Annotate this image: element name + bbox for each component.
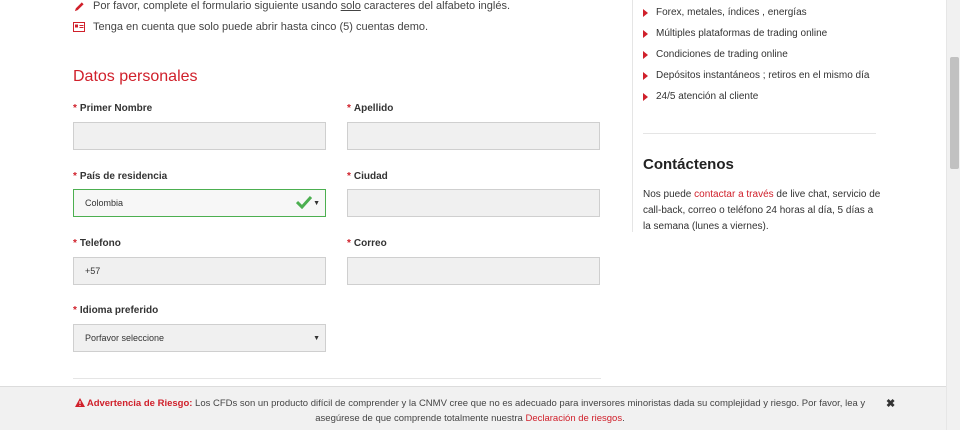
id-card-icon: [73, 21, 85, 33]
country-select[interactable]: Colombia ▼: [73, 189, 326, 217]
email-input[interactable]: [347, 257, 600, 285]
contact-title: Contáctenos: [643, 156, 734, 173]
dropdown-arrow-icon: ▼: [313, 335, 320, 342]
risk-declaration-link[interactable]: Declaración de riesgos: [525, 413, 622, 424]
country-value: Colombia: [85, 198, 124, 208]
column-divider: [632, 0, 633, 232]
bullet-arrow-icon: [643, 50, 648, 59]
checkmark-icon: [295, 195, 313, 211]
contact-text: Nos puede contactar a través de live cha…: [643, 189, 881, 232]
note-alphabet: Por favor, complete el formulario siguie…: [73, 0, 510, 12]
phone-label: * Telefono: [73, 238, 121, 249]
page-scrollbar[interactable]: [946, 0, 960, 430]
first-name-input[interactable]: [73, 122, 326, 150]
last-name-input[interactable]: [347, 122, 600, 150]
language-value: Porfavor seleccione: [85, 333, 165, 343]
language-select[interactable]: Porfavor seleccione ▼: [73, 324, 326, 352]
country-label: * País de residencia: [73, 171, 168, 182]
pencil-icon: [73, 0, 85, 12]
feature-item: Forex, metales, índices , energías: [643, 7, 807, 18]
email-label: * Correo: [347, 238, 387, 249]
phone-input[interactable]: +57: [73, 257, 326, 285]
feature-item: Depósitos instantáneos ; retiros en el m…: [643, 70, 869, 81]
feature-item: Condiciones de trading online: [643, 49, 788, 60]
note-demo-limit: Tenga en cuenta que solo puede abrir has…: [73, 21, 428, 33]
section-title: Datos personales: [73, 68, 198, 85]
feature-item: Múltiples plataformas de trading online: [643, 28, 827, 39]
bullet-arrow-icon: [643, 8, 648, 17]
city-label: * Ciudad: [347, 171, 388, 182]
risk-warning-text: Advertencia de Riesgo: Los CFDs son un p…: [60, 396, 880, 426]
language-label: * Idioma preferido: [73, 305, 159, 316]
bullet-arrow-icon: [643, 29, 648, 38]
dropdown-arrow-icon: ▼: [313, 200, 320, 207]
phone-value: +57: [85, 266, 101, 276]
bullet-arrow-icon: [643, 71, 648, 80]
sidebar-separator: [643, 133, 876, 134]
risk-warning-label: Advertencia de Riesgo:: [74, 398, 192, 409]
contact-link[interactable]: contactar a través: [694, 189, 773, 200]
bullet-arrow-icon: [643, 92, 648, 101]
feature-item: 24/5 atención al cliente: [643, 91, 758, 102]
note-demo-limit-text: Tenga en cuenta que solo puede abrir has…: [93, 21, 429, 33]
form-divider: [73, 378, 601, 379]
close-icon[interactable]: ✖: [886, 397, 895, 410]
warning-icon: [74, 398, 85, 407]
first-name-label: * Primer Nombre: [73, 103, 153, 114]
city-input[interactable]: [347, 189, 600, 217]
risk-warning-banner: Advertencia de Riesgo: Los CFDs son un p…: [0, 386, 946, 430]
scrollbar-thumb[interactable]: [950, 57, 959, 169]
note-alphabet-text: Por favor, complete el formulario siguie…: [93, 0, 511, 12]
last-name-label: * Apellido: [347, 103, 394, 114]
